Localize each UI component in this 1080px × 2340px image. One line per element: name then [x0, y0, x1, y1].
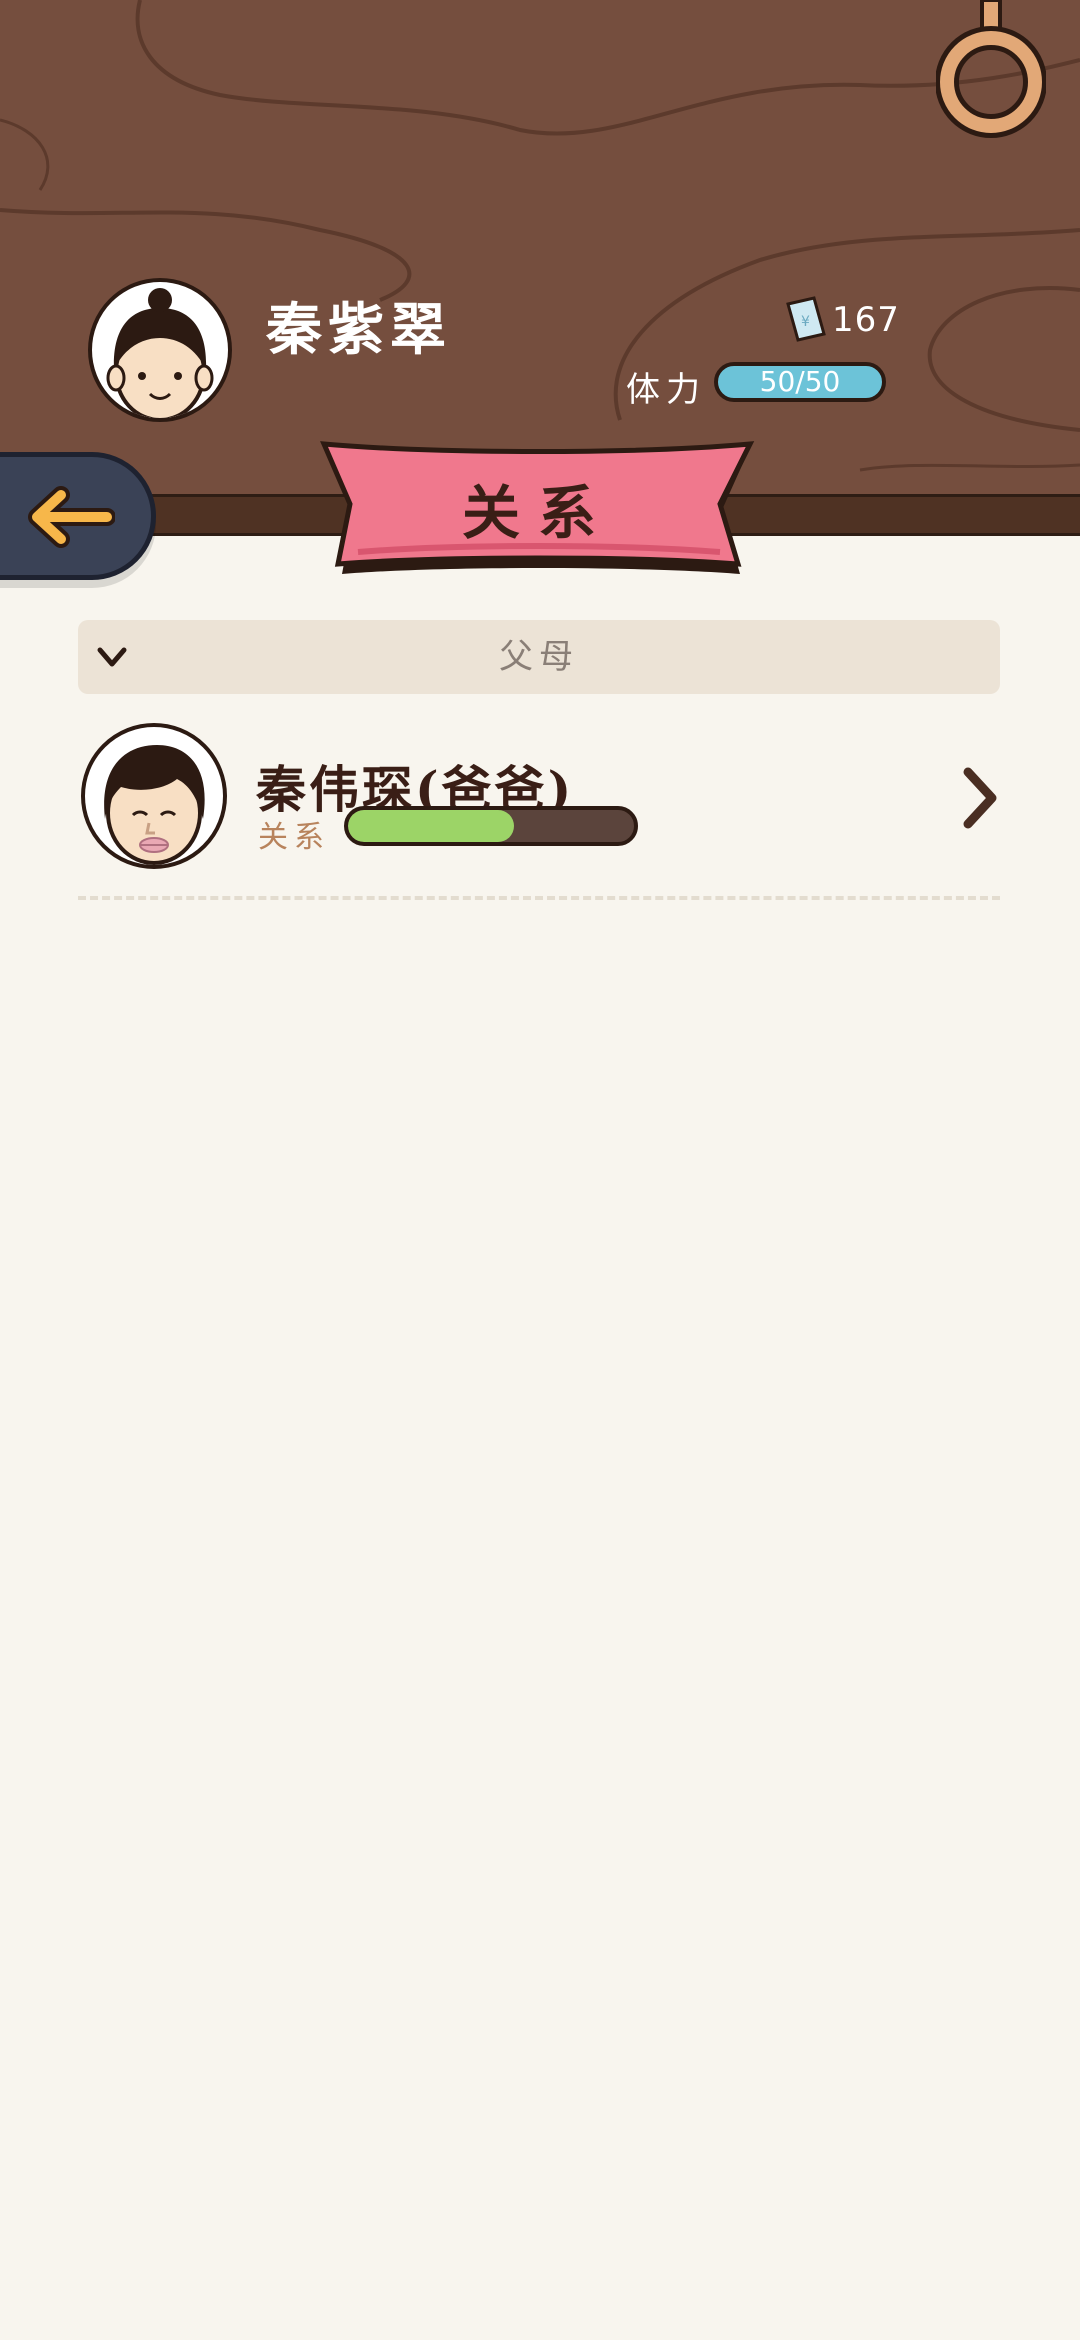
relation-label: 关系 — [258, 820, 330, 855]
svg-text:¥: ¥ — [801, 314, 810, 330]
relation-row[interactable]: 秦伟琛(爸爸) 关系 — [78, 720, 1000, 880]
stamina-value: 50/50 — [759, 365, 841, 398]
relationship-screen: 秦紫翠 ¥ 167 体力 50/50 关系 父母 秦伟琛(爸爸) 关系 — [0, 0, 1080, 2340]
chevron-right-icon[interactable] — [960, 766, 1000, 830]
back-button[interactable] — [0, 452, 156, 580]
arrow-left-icon — [28, 486, 115, 548]
money-value: 167 — [832, 300, 900, 340]
page-title: 关系 — [461, 479, 614, 547]
stamina-label: 体力 — [626, 370, 706, 410]
stamina-bar: 50/50 — [714, 362, 886, 402]
player-avatar[interactable] — [88, 278, 232, 422]
row-divider — [78, 896, 1000, 900]
header-panel: 秦紫翠 ¥ 167 体力 50/50 — [0, 0, 1080, 494]
ring-icon[interactable] — [936, 0, 1046, 140]
player-portrait — [106, 288, 214, 418]
player-name: 秦紫翠 — [266, 297, 452, 363]
section-header-parents[interactable]: 父母 — [78, 620, 1000, 694]
father-portrait — [104, 745, 205, 865]
chevron-down-icon[interactable] — [96, 642, 128, 672]
relation-bar — [344, 806, 638, 846]
section-title: 父母 — [499, 637, 579, 677]
relation-bar-fill — [348, 810, 514, 842]
banknote-icon: ¥ — [786, 296, 826, 342]
relation-avatar — [81, 723, 227, 869]
